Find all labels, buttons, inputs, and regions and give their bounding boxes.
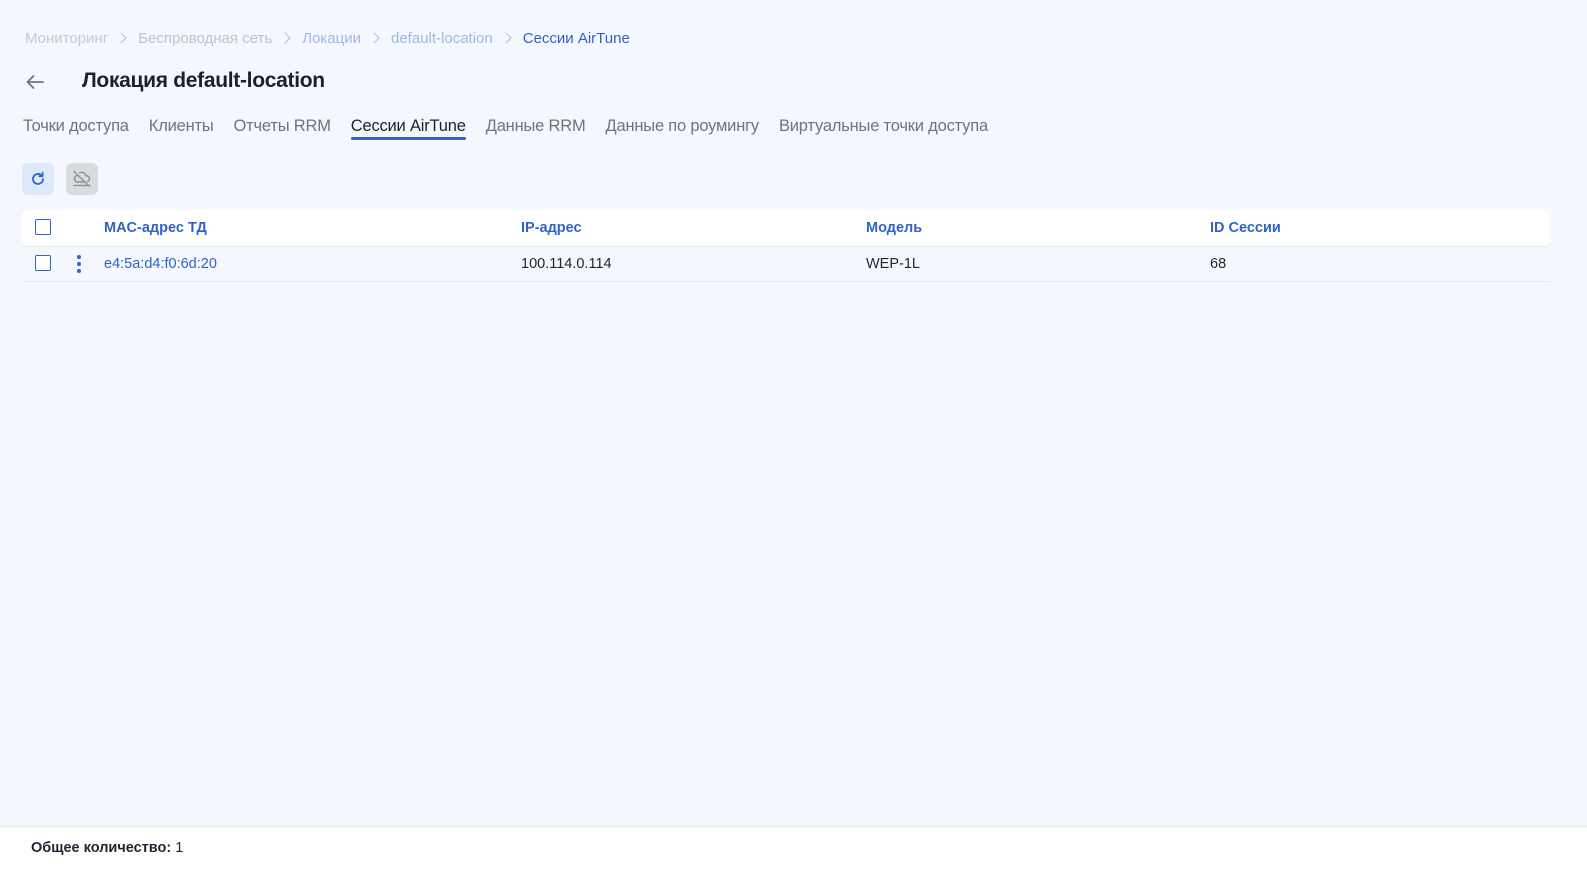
breadcrumb-monitoring[interactable]: Мониторинг <box>25 30 108 47</box>
arrow-left-icon <box>26 75 44 89</box>
tab-rrm-reports[interactable]: Отчеты RRM <box>234 117 331 140</box>
breadcrumb-default-location[interactable]: default-location <box>391 30 493 47</box>
cell-ip: 100.114.0.114 <box>521 256 612 272</box>
back-button[interactable] <box>22 70 48 94</box>
refresh-icon <box>32 171 44 185</box>
column-session-id[interactable]: ID Сессии <box>1210 220 1281 236</box>
tab-roaming-data[interactable]: Данные по роумингу <box>606 117 760 140</box>
total-count: Общее количество: 1 <box>31 840 183 856</box>
disconnect-button[interactable] <box>66 163 98 195</box>
sessions-table: MAC-адрес ТД IP-адрес Модель ID Сессии e… <box>22 210 1550 282</box>
select-all-checkbox[interactable] <box>35 219 51 235</box>
footer: Общее количество: 1 <box>0 826 1587 874</box>
chevron-right-icon <box>115 32 127 44</box>
tab-access-points[interactable]: Точки доступа <box>23 117 129 140</box>
column-mac[interactable]: MAC-адрес ТД <box>104 220 207 236</box>
tab-clients[interactable]: Клиенты <box>149 117 214 140</box>
tab-bar: Точки доступа Клиенты Отчеты RRM Сессии … <box>23 117 1008 140</box>
total-value: 1 <box>175 840 184 856</box>
chevron-right-icon <box>279 32 291 44</box>
tab-rrm-data[interactable]: Данные RRM <box>486 117 586 140</box>
page: Мониторинг Беспроводная сеть Локации def… <box>0 0 1587 874</box>
breadcrumb-locations[interactable]: Локации <box>302 30 361 47</box>
tab-virtual-access-points[interactable]: Виртуальные точки доступа <box>779 117 988 140</box>
breadcrumb-wireless[interactable]: Беспроводная сеть <box>138 30 272 47</box>
chevron-right-icon <box>368 32 380 44</box>
breadcrumb-current: Сессии AirTune <box>522 29 630 47</box>
cell-session-id: 68 <box>1210 256 1227 272</box>
column-model[interactable]: Модель <box>866 220 922 236</box>
cell-model: WEP-1L <box>866 256 920 272</box>
cloud-off-icon <box>73 170 91 187</box>
cell-mac[interactable]: e4:5a:d4:f0:6d:20 <box>104 256 217 272</box>
row-checkbox[interactable] <box>35 255 51 271</box>
table-row: e4:5a:d4:f0:6d:20 100.114.0.114 WEP-1L 6… <box>22 247 1550 282</box>
table-header: MAC-адрес ТД IP-адрес Модель ID Сессии <box>22 210 1550 247</box>
more-vertical-icon[interactable] <box>74 255 84 273</box>
chevron-right-icon <box>500 32 512 44</box>
total-label: Общее количество: <box>31 840 172 856</box>
column-ip[interactable]: IP-адрес <box>521 220 582 236</box>
breadcrumb: Мониторинг Беспроводная сеть Локации def… <box>25 28 630 48</box>
tab-airtune-sessions[interactable]: Сессии AirTune <box>350 117 466 140</box>
page-title: Локация default-location <box>82 69 325 92</box>
refresh-button[interactable] <box>22 163 54 195</box>
